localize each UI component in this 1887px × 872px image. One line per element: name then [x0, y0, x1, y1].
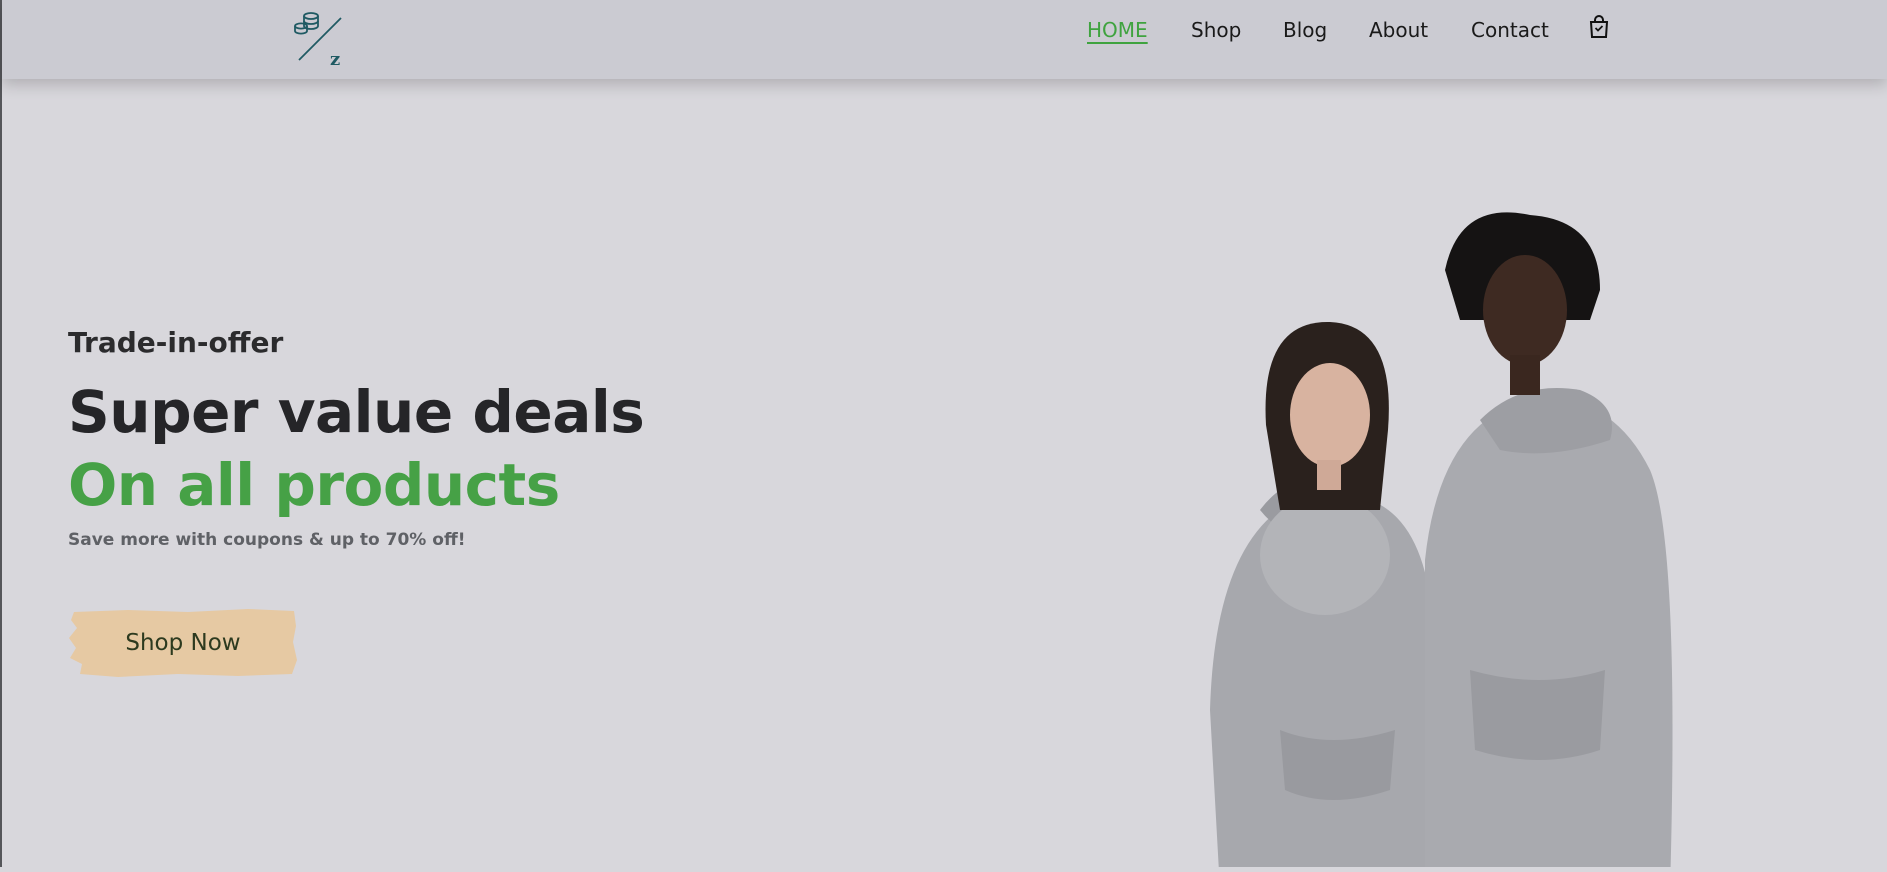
hero-headline-accent: On all products — [68, 451, 560, 519]
shopping-bag-icon — [1589, 15, 1609, 38]
model-man — [1425, 212, 1673, 872]
cart-button[interactable] — [1588, 15, 1610, 39]
page-left-edge — [0, 0, 2, 867]
nav-home[interactable]: HOME — [1087, 18, 1148, 42]
coins-logo-icon: z — [294, 12, 342, 70]
nav-blog[interactable]: Blog — [1283, 18, 1327, 42]
hero-eyebrow: Trade-in-offer — [68, 326, 284, 359]
model-woman — [1210, 321, 1434, 872]
logo-letter: z — [330, 49, 340, 68]
site-header: z HOME Shop Blog About Contact — [2, 0, 1887, 79]
nav-about[interactable]: About — [1369, 18, 1428, 42]
shop-now-button[interactable]: Shop Now — [68, 608, 298, 678]
hero-models-image — [1080, 210, 1780, 872]
site-logo[interactable]: z — [286, 8, 346, 70]
nav-shop[interactable]: Shop — [1191, 18, 1241, 42]
hero-headline: Super value deals — [68, 378, 645, 446]
nav-contact[interactable]: Contact — [1471, 18, 1549, 42]
shop-now-label: Shop Now — [125, 630, 241, 656]
hero-subtext: Save more with coupons & up to 70% off! — [68, 530, 466, 550]
